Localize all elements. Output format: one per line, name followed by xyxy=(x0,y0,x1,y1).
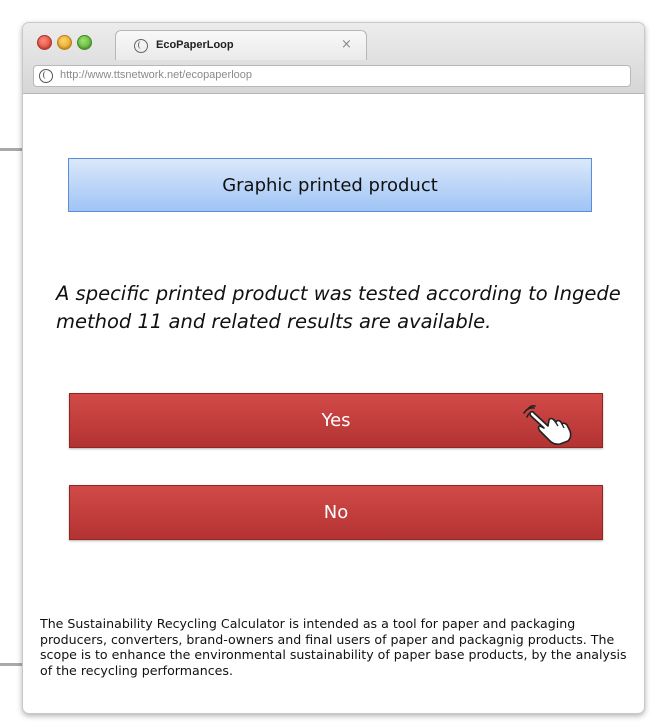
pointing-hand-icon xyxy=(523,405,572,445)
tab-title: EcoPaperLoop xyxy=(156,39,234,51)
browser-tab[interactable]: EcoPaperLoop × xyxy=(115,30,367,60)
left-edge-line-top xyxy=(0,148,22,151)
address-bar[interactable]: http://www.ttsnetwork.net/ecopaperloop xyxy=(33,65,631,87)
no-button-label: No xyxy=(323,502,349,523)
close-window-button[interactable] xyxy=(37,35,52,50)
footer-description: The Sustainability Recycling Calculator … xyxy=(40,616,627,678)
browser-window: EcoPaperLoop × http://www.ttsnetwork.net… xyxy=(22,22,645,714)
no-button[interactable]: No xyxy=(69,485,603,540)
browser-toolbar: EcoPaperLoop × http://www.ttsnetwork.net… xyxy=(23,23,644,94)
section-title: Graphic printed product xyxy=(68,158,592,212)
globe-icon xyxy=(134,39,148,53)
tab-close-icon[interactable]: × xyxy=(341,37,352,52)
minimize-window-button[interactable] xyxy=(57,35,72,50)
yes-button-label: Yes xyxy=(321,410,351,431)
globe-icon xyxy=(39,69,53,83)
question-text: A specific printed product was tested ac… xyxy=(56,282,621,333)
left-edge-line-bottom xyxy=(0,663,22,666)
url-text[interactable]: http://www.ttsnetwork.net/ecopaperloop xyxy=(60,69,252,81)
zoom-window-button[interactable] xyxy=(77,35,92,50)
